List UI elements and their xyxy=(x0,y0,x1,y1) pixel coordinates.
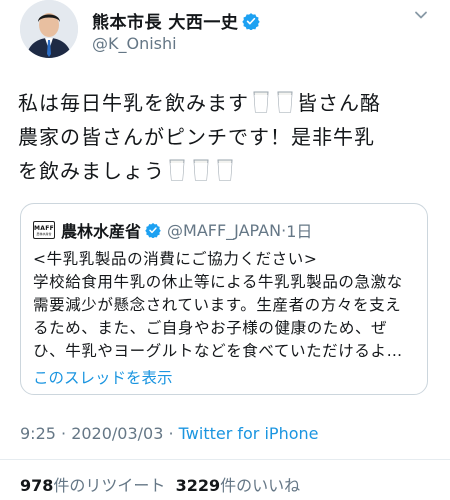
tweet-stats: 978件のリツイート 3229件のいいね xyxy=(20,472,300,496)
verified-badge-icon xyxy=(145,223,161,238)
likes-label: 件のいいね xyxy=(220,476,301,495)
tweet-line-3: を飲みましょう xyxy=(18,154,438,188)
quoted-author-name: 農林水産省 xyxy=(61,222,142,241)
milk-glass-icon xyxy=(217,159,233,181)
tweet-line-3-text: を飲みましょう xyxy=(18,159,165,183)
tweet-line-1-end: 皆さん酪 xyxy=(297,91,381,115)
quoted-line: るため、また、ご自身やお子様の健康のため、ぜ xyxy=(33,319,388,337)
author-name-row: 熊本市長 大西一史 xyxy=(92,8,261,33)
maff-logo-subtext: 農林水産省 xyxy=(36,231,52,236)
maff-logo: MAFF 農林水産省 xyxy=(33,221,55,239)
retweets-label: 件のリツイート xyxy=(53,476,166,495)
tweet-meta: 9:25 · 2020/03/03 · Twitter for iPhone xyxy=(20,424,318,443)
show-thread-link[interactable]: このスレッドを表示 xyxy=(33,366,173,388)
tweet-source-link[interactable]: Twitter for iPhone xyxy=(179,424,319,443)
tweet-text: 私は毎日牛乳を飲みます 皆さん酪 農家の皆さんがピンチです！是非牛乳 を飲みましょ… xyxy=(18,86,438,188)
quoted-line: ひ、牛乳やヨーグルトなどを食べていただけるよ… xyxy=(33,342,403,360)
milk-glass-icon xyxy=(253,91,269,113)
tweet-timestamp[interactable]: 9:25 · 2020/03/03 · xyxy=(20,424,179,443)
tweet-line-1: 私は毎日牛乳を飲みます 皆さん酪 xyxy=(18,86,438,120)
tweet-line-2: 農家の皆さんがピンチです！是非牛乳 xyxy=(18,125,375,149)
milk-glass-icon xyxy=(169,159,185,181)
quoted-line: 需要減少が懸念されています。生産者の方々を支え xyxy=(33,296,402,314)
quoted-tweet-text: <牛乳乳製品の消費にご協力ください> 学校給食用牛乳の休止等による牛乳乳製品の急… xyxy=(33,248,423,363)
quoted-author-handle: @MAFF_JAPAN xyxy=(167,220,282,240)
author-name[interactable]: 熊本市長 大西一史 xyxy=(92,8,238,33)
avatar-photo xyxy=(20,0,78,58)
milk-glass-icon xyxy=(193,159,209,181)
retweets-count: 978 xyxy=(20,476,54,495)
quoted-tweet[interactable]: MAFF 農林水産省 農林水産省 @MAFF_JAPAN · 1日 <牛乳乳製品… xyxy=(20,203,428,395)
maff-logo-text: MAFF xyxy=(34,224,55,232)
quoted-tweet-header: MAFF 農林水産省 農林水産省 @MAFF_JAPAN · 1日 xyxy=(33,218,312,242)
milk-glass-icon xyxy=(277,91,293,113)
author-handle[interactable]: @K_Onishi xyxy=(92,34,177,53)
retweets-stat[interactable]: 978件のリツイート xyxy=(20,476,165,495)
divider xyxy=(0,459,450,460)
likes-count: 3229 xyxy=(175,476,221,495)
chevron-down-icon[interactable] xyxy=(414,8,428,22)
verified-badge-icon xyxy=(242,12,261,30)
quoted-time: 1日 xyxy=(286,222,313,241)
tweet-line-1-text: 私は毎日牛乳を飲みます xyxy=(18,91,249,115)
quoted-line: <牛乳乳製品の消費にご協力ください> xyxy=(33,250,318,268)
likes-stat[interactable]: 3229件のいいね xyxy=(176,476,301,495)
avatar[interactable] xyxy=(20,0,78,58)
quoted-line: 学校給食用牛乳の休止等による牛乳乳製品の急激な xyxy=(33,273,403,291)
